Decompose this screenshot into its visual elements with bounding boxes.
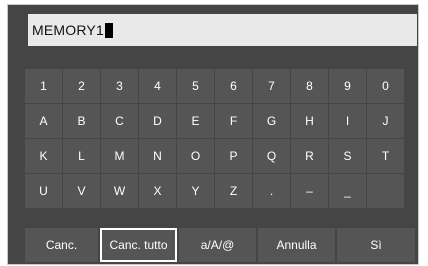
- key-9[interactable]: 9: [329, 69, 366, 103]
- key-8[interactable]: 8: [291, 69, 328, 103]
- key-0[interactable]: 0: [367, 69, 404, 103]
- key-v[interactable]: V: [63, 174, 100, 208]
- action-button-row: Canc. Canc. tutto a/A/@ Annulla Sì: [25, 228, 415, 262]
- key-g[interactable]: G: [253, 104, 290, 138]
- key-j[interactable]: J: [367, 104, 404, 138]
- key-3[interactable]: 3: [101, 69, 138, 103]
- key-u[interactable]: U: [25, 174, 62, 208]
- key-4[interactable]: 4: [139, 69, 176, 103]
- key-2[interactable]: 2: [63, 69, 100, 103]
- key-period[interactable]: .: [253, 174, 290, 208]
- text-input-field[interactable]: MEMORY1: [28, 14, 417, 46]
- key-t[interactable]: T: [367, 139, 404, 173]
- key-1[interactable]: 1: [25, 69, 62, 103]
- key-s[interactable]: S: [329, 139, 366, 173]
- key-m[interactable]: M: [101, 139, 138, 173]
- key-h[interactable]: H: [291, 104, 328, 138]
- cancel-button[interactable]: Annulla: [258, 228, 335, 262]
- key-x[interactable]: X: [139, 174, 176, 208]
- key-o[interactable]: O: [177, 139, 214, 173]
- key-5[interactable]: 5: [177, 69, 214, 103]
- key-i[interactable]: I: [329, 104, 366, 138]
- key-c[interactable]: C: [101, 104, 138, 138]
- key-y[interactable]: Y: [177, 174, 214, 208]
- key-b[interactable]: B: [63, 104, 100, 138]
- key-f[interactable]: F: [215, 104, 252, 138]
- key-q[interactable]: Q: [253, 139, 290, 173]
- on-screen-keyboard: 1 2 3 4 5 6 7 8 9 0 A B C D E F G H I J …: [25, 69, 404, 208]
- delete-all-button[interactable]: Canc. tutto: [100, 228, 177, 262]
- confirm-button[interactable]: Sì: [337, 228, 415, 262]
- key-n[interactable]: N: [139, 139, 176, 173]
- key-d[interactable]: D: [139, 104, 176, 138]
- key-k[interactable]: K: [25, 139, 62, 173]
- key-dash[interactable]: –: [291, 174, 328, 208]
- key-7[interactable]: 7: [253, 69, 290, 103]
- text-cursor: [104, 22, 113, 38]
- key-l[interactable]: L: [63, 139, 100, 173]
- key-w[interactable]: W: [101, 174, 138, 208]
- key-a[interactable]: A: [25, 104, 62, 138]
- text-input-value: MEMORY1: [32, 22, 104, 38]
- key-6[interactable]: 6: [215, 69, 252, 103]
- key-e[interactable]: E: [177, 104, 214, 138]
- key-r[interactable]: R: [291, 139, 328, 173]
- key-space[interactable]: [367, 174, 404, 208]
- key-p[interactable]: P: [215, 139, 252, 173]
- key-z[interactable]: Z: [215, 174, 252, 208]
- delete-button[interactable]: Canc.: [25, 228, 98, 262]
- case-toggle-button[interactable]: a/A/@: [179, 228, 256, 262]
- key-underscore[interactable]: _: [329, 174, 366, 208]
